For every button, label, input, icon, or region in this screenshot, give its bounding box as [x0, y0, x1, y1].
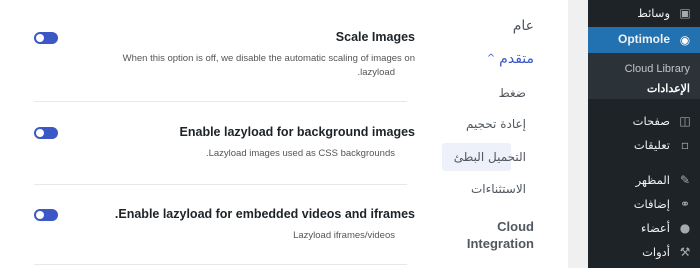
setting-scale-images: Scale Images When this option is off, we… [8, 30, 415, 80]
submenu-cloud-library[interactable]: Cloud Library [625, 63, 690, 75]
media-icon: ▣ [679, 6, 691, 20]
chevron-up-icon: ^ [486, 53, 496, 64]
divider [34, 264, 407, 265]
nav-lazyload[interactable]: التحميل البطئ [454, 150, 526, 164]
sidebar-item-label: أدوات [642, 245, 670, 259]
setting-title: Scale Images [335, 30, 415, 44]
sidebar-item-label: المظهر [635, 173, 670, 187]
nav-cloud-integration[interactable]: Cloud Integration [467, 218, 534, 252]
nav-cloud-line2: Integration [466, 236, 534, 251]
sidebar-item-appearance[interactable]: ✎ المظهر [588, 170, 700, 192]
paintbrush-icon: ✎ [679, 173, 691, 187]
sidebar-item-label: أعضاء [641, 221, 670, 235]
divider [34, 184, 407, 185]
scale-images-toggle[interactable] [34, 32, 58, 44]
nav-advanced-label: متقدم [499, 51, 534, 67]
divider [34, 101, 407, 102]
sidebar-item-pages[interactable]: ◫ صفحات [588, 111, 700, 133]
sidebar-item-plugins[interactable]: ⚭ إضافات [588, 194, 700, 216]
submenu-settings[interactable]: الإعدادات [647, 82, 690, 95]
sidebar-item-label: وسائط [637, 6, 670, 20]
lazyload-background-toggle[interactable] [34, 127, 58, 139]
optimole-logo-icon: ◉ [679, 33, 691, 47]
setting-description: When this option is off, we disable the … [122, 53, 415, 64]
wrench-icon: ⚒ [679, 245, 691, 259]
sidebar-item-comments[interactable]: ▫ تعليقات [588, 135, 700, 157]
admin-sidebar: ▣ وسائط ◉ Optimole Cloud Library الإعداد… [582, 0, 700, 268]
settings-nav: عام ^ متقدم ضغط إعادة تحجيم التحميل البطئ… [434, 0, 534, 268]
user-icon: ● [679, 221, 691, 235]
comments-icon: ▫ [680, 138, 690, 152]
nav-cloud-line1: Cloud [497, 219, 534, 234]
sidebar-item-label: تعليقات [633, 138, 670, 152]
sidebar-item-label: إضافات [633, 197, 670, 211]
setting-title: Enable lazyload for background images [179, 125, 415, 139]
plugin-icon: ⚭ [679, 197, 691, 211]
setting-lazyload-iframes: .Enable lazyload for embedded videos and… [8, 207, 415, 243]
setting-lazyload-background: Enable lazyload for background images .L… [8, 125, 415, 161]
pages-icon: ◫ [679, 114, 691, 128]
sidebar-submenu: Cloud Library الإعدادات [588, 53, 700, 99]
setting-description: Lazyload iframes/videos [293, 230, 395, 241]
active-arrow [582, 34, 588, 46]
sidebar-item-tools[interactable]: ⚒ أدوات [588, 242, 700, 264]
setting-title: .Enable lazyload for embedded videos and… [114, 207, 415, 221]
lazyload-iframes-toggle[interactable] [34, 209, 58, 221]
nav-advanced[interactable]: ^ متقدم [487, 51, 534, 67]
settings-panel: Scale Images When this option is off, we… [0, 0, 568, 268]
sidebar-item-label: Optimole [617, 32, 670, 46]
nav-exclusions[interactable]: الاستثناءات [471, 182, 526, 196]
nav-resize[interactable]: إعادة تحجيم [466, 117, 526, 131]
nav-general[interactable]: عام [513, 18, 534, 34]
setting-description: .lazyload [357, 67, 396, 78]
sidebar-item-label: صفحات [632, 114, 670, 128]
sidebar-item-users[interactable]: ● أعضاء [588, 218, 700, 240]
sidebar-item-media[interactable]: ▣ وسائط [588, 3, 700, 25]
sidebar-item-optimole[interactable]: ◉ Optimole [582, 27, 700, 53]
setting-description: .Lazyload images used as CSS backgrounds [205, 148, 395, 159]
nav-compression[interactable]: ضغط [499, 86, 526, 100]
